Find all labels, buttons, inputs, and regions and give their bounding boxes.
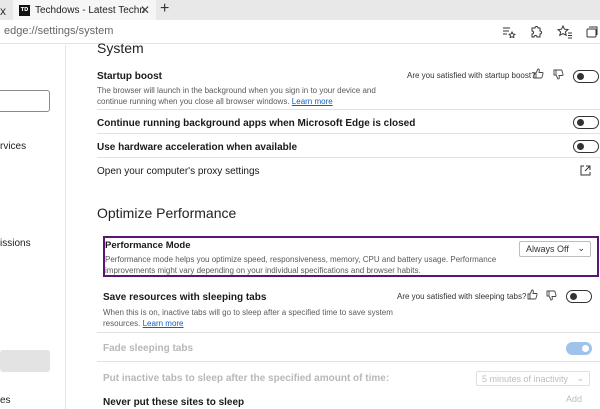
thumbs-down-icon[interactable] — [553, 69, 564, 83]
thumbs-up-icon[interactable] — [527, 289, 538, 303]
performance-mode-description: Performance mode helps you optimize spee… — [105, 255, 497, 275]
startup-boost-feedback-question: Are you satisfied with startup boost? — [407, 71, 536, 80]
sidebar-item-permissions[interactable]: issions — [0, 238, 31, 249]
external-link-icon[interactable] — [580, 163, 591, 181]
section-heading-optimize: Optimize Performance — [97, 205, 237, 221]
performance-mode-row: Performance Mode Performance mode helps … — [103, 236, 599, 277]
startup-boost-toggle[interactable] — [573, 70, 599, 83]
inactive-timer-selected: 5 minutes of inactivity — [482, 374, 569, 384]
inactive-timer-dropdown[interactable]: 5 minutes of inactivity ⌄ — [476, 371, 590, 386]
startup-boost-desc-text: The browser will launch in the backgroun… — [97, 86, 376, 106]
learn-more-link[interactable]: Learn more — [143, 319, 184, 328]
divider — [97, 133, 600, 134]
divider — [97, 109, 600, 110]
section-heading-system: System — [97, 40, 144, 56]
proxy-settings-title[interactable]: Open your computer's proxy settings — [97, 166, 260, 177]
fade-sleeping-tabs-title: Fade sleeping tabs — [103, 343, 194, 354]
url-text[interactable]: edge://settings/system — [4, 25, 113, 37]
thumbs-down-icon[interactable] — [546, 290, 557, 304]
sleeping-tabs-title: Save resources with sleeping tabs — [103, 292, 267, 303]
background-apps-toggle[interactable] — [573, 116, 599, 129]
hardware-acceleration-title: Use hardware acceleration when available — [97, 142, 298, 153]
performance-mode-dropdown[interactable]: Always Off ⌄ — [519, 241, 591, 257]
sidebar-item-languages[interactable]: es — [0, 395, 11, 406]
startup-boost-title: Startup boost — [97, 71, 162, 82]
add-site-button[interactable]: Add — [566, 394, 582, 404]
sidebar-item-services[interactable]: rvices — [0, 141, 26, 152]
new-tab-button[interactable]: + — [160, 0, 169, 18]
browser-tab[interactable]: TD Techdows - Latest Technology N ✕ — [13, 0, 156, 20]
tab-title: Techdows - Latest Technology N — [35, 4, 145, 16]
sleeping-tabs-description: When this is on, inactive tabs will go t… — [103, 307, 393, 329]
sleeping-tabs-feedback-question: Are you satisfied with sleeping tabs? — [397, 292, 527, 301]
hardware-acceleration-toggle[interactable] — [573, 140, 599, 153]
thumbs-up-icon[interactable] — [533, 68, 544, 82]
tab-bar: x TD Techdows - Latest Technology N ✕ + — [0, 0, 600, 20]
divider — [97, 332, 600, 333]
settings-main: System Startup boost The browser will la… — [67, 40, 600, 409]
divider — [97, 157, 600, 158]
extensions-icon[interactable] — [527, 23, 545, 41]
background-apps-title: Continue running background apps when Mi… — [97, 118, 416, 129]
chevron-down-icon: ⌄ — [576, 373, 584, 383]
performance-mode-title: Performance Mode — [105, 240, 191, 251]
favorites-star-icon[interactable] — [556, 23, 574, 41]
divider — [97, 361, 600, 362]
inactive-timer-title: Put inactive tabs to sleep after the spe… — [103, 373, 390, 384]
site-favicon-icon: TD — [19, 4, 30, 16]
address-bar: edge://settings/system — [0, 20, 600, 44]
performance-mode-selected: Always Off — [526, 244, 569, 254]
sidebar-item-system-selected[interactable] — [0, 350, 50, 372]
never-sleep-title: Never put these sites to sleep — [103, 397, 245, 408]
fade-sleeping-tabs-toggle[interactable] — [566, 342, 592, 355]
sleeping-tabs-toggle[interactable] — [566, 290, 592, 303]
collections-icon[interactable] — [583, 23, 600, 41]
chevron-down-icon: ⌄ — [577, 243, 585, 253]
startup-boost-description: The browser will launch in the backgroun… — [97, 85, 397, 107]
settings-sidebar: rvices issions es — [0, 45, 66, 409]
close-tab-icon[interactable]: x — [0, 4, 6, 18]
close-tab-icon[interactable]: ✕ — [140, 3, 150, 17]
settings-search-input[interactable] — [0, 90, 50, 112]
learn-more-link[interactable]: Learn more — [292, 97, 333, 106]
read-aloud-favorite-icon[interactable] — [500, 23, 518, 41]
